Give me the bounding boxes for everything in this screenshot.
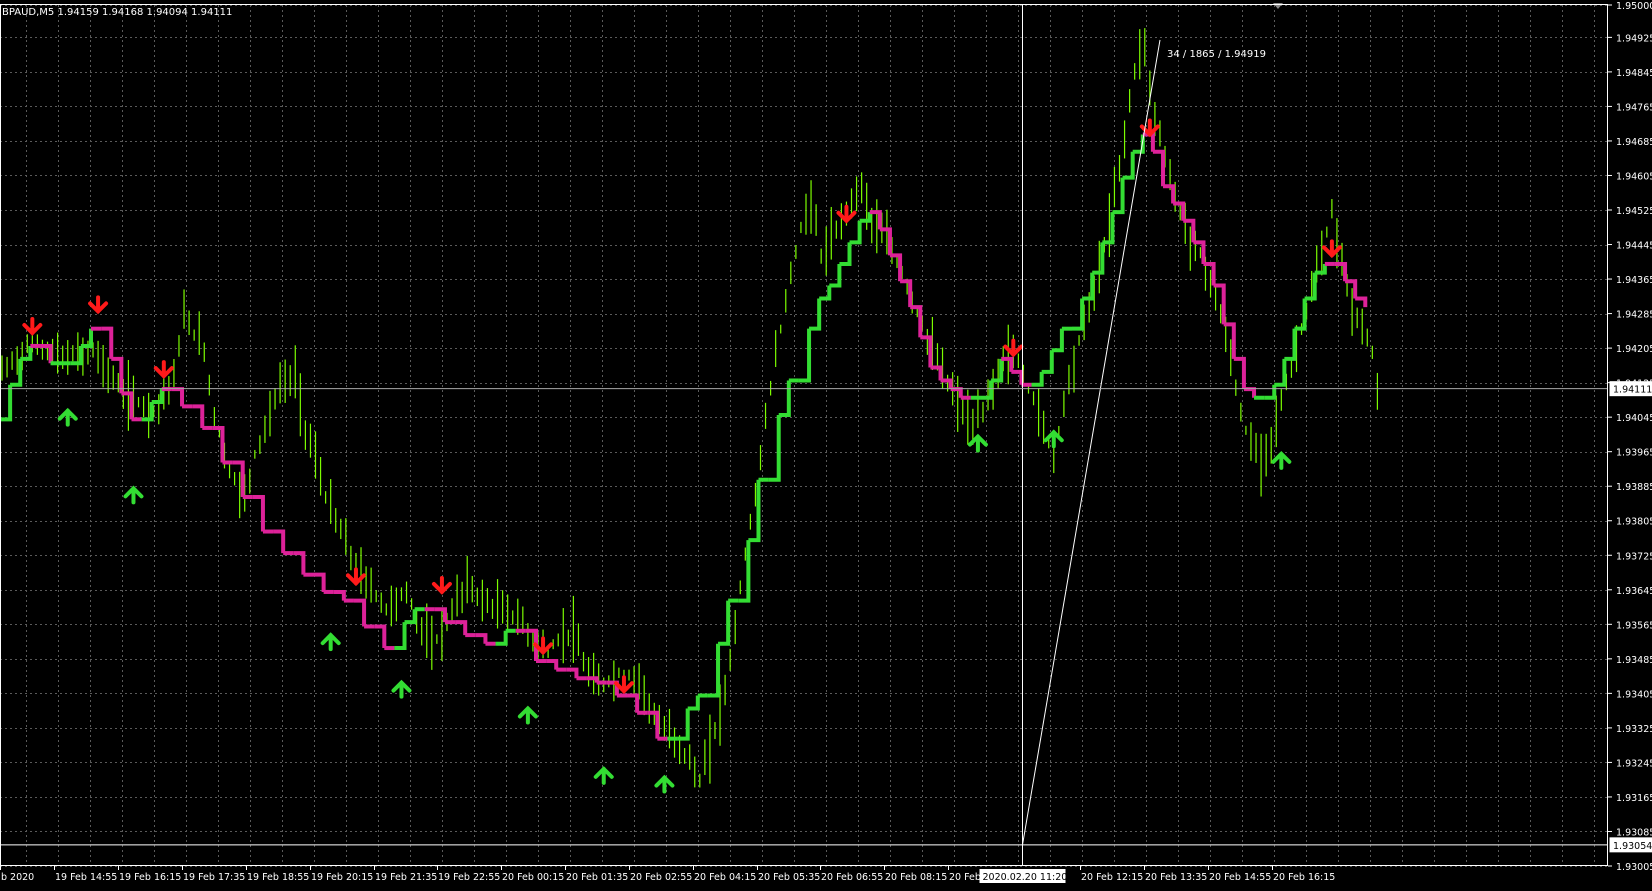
price-tick-label: 1.93485 [1616,655,1652,666]
price-tick-label: 1.93565 [1616,620,1652,631]
time-tick-label: 19 Feb 16:15 [119,872,181,883]
price-tick-label: 1.94925 [1616,33,1652,44]
time-tick-label: 20 Feb 02:55 [630,872,692,883]
time-tick-label: 19 Feb 14:55 [55,872,117,883]
price-tick-label: 1.94525 [1616,206,1652,217]
price-tick-label: 1.93325 [1616,724,1652,735]
price-tick-label: 1.94045 [1616,413,1652,424]
time-tick-label: 19 Feb 21:35 [375,872,437,883]
price-tick-label: 1.94845 [1616,68,1652,79]
time-tick-label: 20 Feb 13:35 [1145,872,1207,883]
time-tick-label: 20 Feb 08:15 [885,872,947,883]
time-tick-label: 20 Feb 06:55 [821,872,883,883]
price-tick-label: 1.93165 [1616,793,1652,804]
chart-window[interactable]: 1.95000 1.94925 1.94845 1.94765 1.94685 1.946… [0,0,1652,887]
price-tick-label: 1.95000 [1616,1,1652,12]
time-tick-label: 20 Feb 04:15 [694,872,756,883]
time-tick-label: 20 Feb 01:35 [566,872,628,883]
price-tick-label: 1.93725 [1616,551,1652,562]
symbol-header: BPAUD,M5 1.94159 1.94168 1.94094 1.94111 [2,7,232,18]
price-tick-label: 1.94365 [1616,275,1652,286]
crosshair-readout: 34 / 1865 / 1.94919 [1167,49,1266,60]
svg-text:1.93054: 1.93054 [1613,841,1652,852]
crosshair-price-label: 1.93054 [1609,837,1652,853]
price-tick-label: 1.94605 [1616,171,1652,182]
svg-text:2020.02.20 11:20: 2020.02.20 11:20 [983,872,1068,883]
time-tick-label: 19 Feb 22:55 [438,872,500,883]
time-tick-label: 19 Feb 20:15 [311,872,373,883]
price-tick-label: 1.93965 [1616,448,1652,459]
price-tick-label: 1.94765 [1616,102,1652,113]
time-tick-label: 20 Feb 16:15 [1273,872,1335,883]
price-tick-label: 1.94205 [1616,344,1652,355]
crosshair-time-label: 2020.02.20 11:20 [979,869,1068,883]
price-tick-label: 1.93005 [1616,862,1652,873]
price-tick-label: 1.93805 [1616,517,1652,528]
current-price-label: 1.94111 [1609,381,1652,397]
time-tick-label: 20 Feb 14:55 [1209,872,1271,883]
price-tick-label: 1.93645 [1616,586,1652,597]
svg-text:1.94111: 1.94111 [1613,385,1652,396]
time-tick-label: b 2020 [1,872,34,883]
price-tick-label: 1.93085 [1616,827,1652,838]
time-tick-label: 19 Feb 18:55 [247,872,309,883]
time-tick-label: 20 Feb 00:15 [502,872,564,883]
price-tick-label: 1.93885 [1616,482,1652,493]
time-tick-label: 20 Feb 12:15 [1081,872,1143,883]
time-tick-label: 19 Feb 17:35 [183,872,245,883]
price-tick-label: 1.93245 [1616,758,1652,769]
price-tick-label: 1.94685 [1616,137,1652,148]
price-chart[interactable]: 1.95000 1.94925 1.94845 1.94765 1.94685 1.946… [0,0,1652,887]
price-tick-label: 1.94445 [1616,241,1652,252]
price-tick-label: 1.94285 [1616,310,1652,321]
time-tick-label: 20 Feb 05:35 [758,872,820,883]
price-tick-label: 1.93405 [1616,689,1652,700]
